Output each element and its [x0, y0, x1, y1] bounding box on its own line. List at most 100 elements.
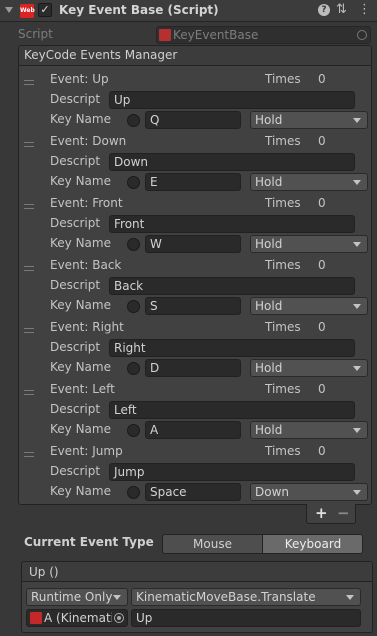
event-row: Event: Front Times 0 — [19, 194, 371, 214]
descript-field[interactable]: Right — [109, 339, 355, 357]
descript-field[interactable]: Up — [109, 91, 355, 109]
argument-field[interactable]: Up — [131, 609, 361, 627]
times-value: 0 — [318, 134, 326, 148]
event-row: Event: Jump Times 0 — [19, 442, 371, 462]
unity-event-title: Up () — [29, 565, 59, 579]
enabled-checkbox[interactable]: ✓ — [38, 3, 52, 17]
event-name[interactable]: Event: Front — [50, 196, 123, 210]
descript-label: Descript — [50, 340, 101, 354]
event-element: Event: Up Times 0 Descript Up Key Name Q Hold — [19, 70, 371, 132]
chevron-down-icon — [353, 118, 361, 123]
times-label: Times — [265, 72, 301, 86]
target-object-field[interactable]: A (Kinemati — [26, 609, 128, 627]
context-menu-icon[interactable]: ⋮ — [358, 2, 371, 17]
key-name-row: Key Name Q Hold — [19, 110, 371, 130]
add-element-button[interactable]: + — [315, 504, 328, 522]
event-row: Event: Right Times 0 — [19, 318, 371, 338]
key-mode-dropdown[interactable]: Down — [250, 483, 368, 501]
event-name[interactable]: Event: Left — [50, 382, 115, 396]
event-element: Event: Back Times 0 Descript Back Key Name S Ho… — [19, 256, 371, 318]
descript-label: Descript — [50, 402, 101, 416]
times-label: Times — [265, 258, 301, 272]
fold-arrow-icon[interactable] — [5, 7, 13, 13]
times-label: Times — [265, 320, 301, 334]
object-picker-icon[interactable] — [357, 30, 367, 40]
key-name-row: Key Name S Hold — [19, 296, 371, 316]
key-name-row: Key Name A Hold — [19, 420, 371, 440]
key-radio-button[interactable] — [127, 176, 140, 189]
key-radio-button[interactable] — [127, 424, 140, 437]
chevron-down-icon — [353, 366, 361, 371]
method-dropdown[interactable]: KinematicMoveBase.Translate — [131, 588, 361, 606]
event-name[interactable]: Event: Jump — [50, 444, 123, 458]
keyboard-tab[interactable]: Keyboard — [263, 535, 362, 553]
script-icon — [30, 612, 42, 624]
script-row: Script KeyEventBase — [0, 25, 377, 45]
event-type-toggle: Mouse Keyboard — [162, 534, 363, 554]
chevron-down-icon — [353, 242, 361, 247]
key-radio-button[interactable] — [127, 238, 140, 251]
key-field[interactable]: W — [145, 235, 241, 253]
key-field[interactable]: S — [145, 297, 241, 315]
event-element: Event: Left Times 0 Descript Left Key Name A Ho… — [19, 380, 371, 442]
descript-field[interactable]: Front — [109, 215, 355, 233]
mouse-tab[interactable]: Mouse — [163, 535, 263, 553]
times-label: Times — [265, 134, 301, 148]
key-name-label: Key Name — [50, 422, 111, 436]
times-value: 0 — [318, 258, 326, 272]
list-header[interactable]: KeyCode Events Manager — [19, 46, 371, 66]
chevron-down-icon — [113, 595, 121, 600]
key-mode-dropdown[interactable]: Hold — [250, 235, 368, 253]
key-radio-button[interactable] — [127, 300, 140, 313]
script-field-value: KeyEventBase — [173, 28, 259, 42]
component-header[interactable]: Web ✓ Key Event Base (Script) ? ⇅ ⋮ — [0, 0, 377, 22]
descript-row: Descript Jump — [19, 462, 371, 482]
event-name[interactable]: Event: Right — [50, 320, 124, 334]
event-row: Event: Back Times 0 — [19, 256, 371, 276]
key-radio-button[interactable] — [127, 114, 140, 127]
event-name[interactable]: Event: Back — [50, 258, 121, 272]
key-field[interactable]: E — [145, 173, 241, 191]
key-mode-dropdown[interactable]: Hold — [250, 359, 368, 377]
chevron-down-icon — [353, 304, 361, 309]
event-row: Event: Up Times 0 — [19, 70, 371, 90]
runtime-dropdown[interactable]: Runtime Only — [26, 588, 128, 606]
key-mode-dropdown[interactable]: Hold — [250, 173, 368, 191]
chevron-down-icon — [353, 490, 361, 495]
script-object-field[interactable]: KeyEventBase — [156, 26, 371, 44]
key-field[interactable]: D — [145, 359, 241, 377]
key-radio-button[interactable] — [127, 362, 140, 375]
times-label: Times — [265, 444, 301, 458]
key-mode-value: Hold — [255, 113, 283, 127]
key-field[interactable]: A — [145, 421, 241, 439]
event-element: Event: Jump Times 0 Descript Jump Key Name Spa… — [19, 442, 371, 504]
event-name[interactable]: Event: Up — [50, 72, 109, 86]
key-mode-dropdown[interactable]: Hold — [250, 111, 368, 129]
unity-event-box: Up () Runtime Only KinematicMoveBase.Tra… — [21, 561, 373, 633]
remove-element-button[interactable]: − — [337, 504, 350, 522]
key-name-label: Key Name — [50, 174, 111, 188]
help-icon[interactable]: ? — [318, 4, 330, 16]
cs-script-icon — [159, 29, 171, 41]
key-mode-dropdown[interactable]: Hold — [250, 297, 368, 315]
times-label: Times — [265, 382, 301, 396]
event-name[interactable]: Event: Down — [50, 134, 126, 148]
descript-row: Descript Left — [19, 400, 371, 420]
key-mode-value: Hold — [255, 423, 283, 437]
object-picker-icon[interactable] — [114, 613, 124, 623]
descript-field[interactable]: Down — [109, 153, 355, 171]
times-value: 0 — [318, 444, 326, 458]
descript-label: Descript — [50, 278, 101, 292]
key-mode-dropdown[interactable]: Hold — [250, 421, 368, 439]
descript-field[interactable]: Back — [109, 277, 355, 295]
preset-icon[interactable]: ⇅ — [336, 2, 347, 17]
key-field[interactable]: Space — [145, 483, 241, 501]
event-row: Event: Left Times 0 — [19, 380, 371, 400]
descript-field[interactable]: Left — [109, 401, 355, 419]
descript-field[interactable]: Jump — [109, 463, 355, 481]
key-field[interactable]: Q — [145, 111, 241, 129]
method-value: KinematicMoveBase.Translate — [136, 590, 316, 604]
chevron-down-icon — [353, 180, 361, 185]
key-radio-button[interactable] — [127, 486, 140, 499]
key-name-label: Key Name — [50, 484, 111, 498]
